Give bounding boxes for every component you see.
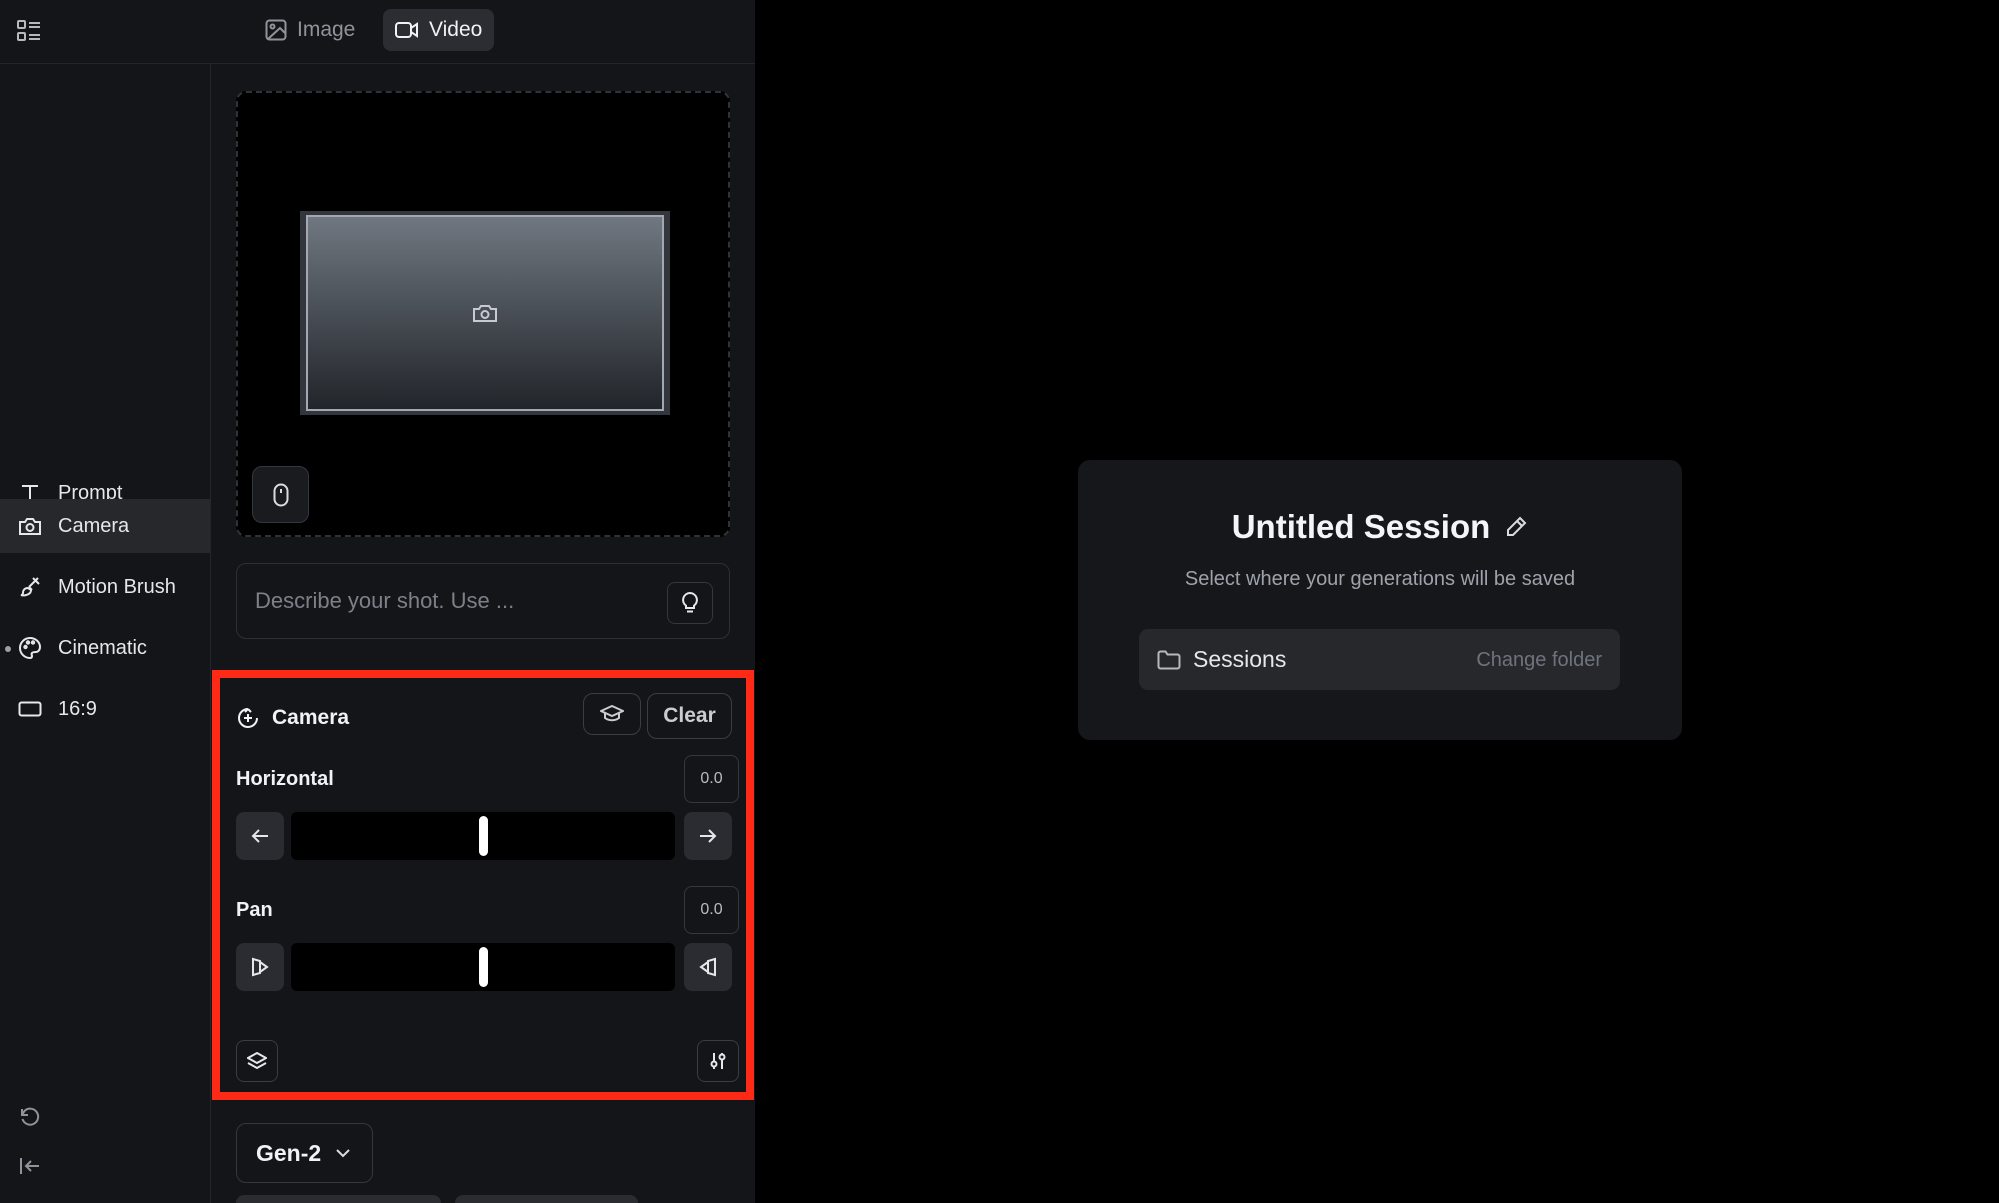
folder-name: Sessions [1193, 646, 1287, 672]
chevron-down-icon [336, 1149, 350, 1158]
sidebar-item-aspect-ratio[interactable]: 16:9 [0, 682, 210, 736]
app-window: Image Video Prompt Camera Motion Brush C… [0, 0, 1999, 1203]
image-icon [265, 19, 287, 41]
camera-motion-icon [238, 708, 258, 728]
advanced-settings-button[interactable] [697, 1040, 739, 1082]
horizontal-slider[interactable] [291, 812, 675, 860]
video-icon [395, 22, 418, 38]
camera-panel-title: Camera [272, 706, 350, 729]
model-select[interactable]: Gen-2 [236, 1123, 373, 1183]
sidebar-item-cinematic[interactable]: Cinematic [0, 621, 210, 675]
sidebar-item-label: Motion Brush [58, 575, 176, 598]
preview-image [306, 215, 664, 411]
model-select-value: Gen-2 [256, 1139, 322, 1166]
camera-control-panel: Camera Clear Horizontal 0.0 Pan 0.0 [212, 670, 754, 1100]
pan-label: Pan [236, 899, 273, 921]
change-folder-link[interactable]: Change folder [1476, 649, 1602, 672]
pan-value-input[interactable]: 0.0 [684, 886, 739, 934]
camera-icon [473, 305, 497, 322]
folder-selector[interactable]: Sessions Change folder [1139, 629, 1620, 690]
prompt-box [236, 563, 730, 639]
folder-icon [1157, 650, 1181, 669]
layers-button[interactable] [236, 1040, 278, 1082]
lightbulb-icon [682, 591, 698, 613]
session-title-row: Untitled Session [1078, 508, 1682, 546]
horizontal-label: Horizontal [236, 768, 334, 790]
top-bar: Image Video [0, 0, 755, 64]
mouse-icon [273, 483, 288, 506]
left-panel: Image Video Prompt Camera Motion Brush C… [0, 0, 755, 1203]
sidebar-item-camera[interactable]: Camera [0, 499, 210, 553]
sidebar-nav: Prompt Camera Motion Brush Cinematic 16:… [0, 64, 211, 1203]
option-tab-partial[interactable] [236, 1195, 441, 1203]
mouse-mode-button[interactable] [252, 466, 309, 523]
pan-slider[interactable] [291, 943, 675, 991]
sidebar-item-label: Camera [58, 514, 130, 537]
horizontal-slider-handle[interactable] [478, 816, 488, 856]
prompt-ideas-button[interactable] [667, 582, 713, 624]
tab-image[interactable]: Image [253, 9, 367, 51]
arrow-right-icon [700, 829, 717, 843]
content-column: Camera Clear Horizontal 0.0 [212, 64, 755, 1203]
camera-panel-header: Camera [236, 706, 349, 730]
clear-button[interactable]: Clear [647, 693, 732, 739]
pan-slider-handle[interactable] [478, 947, 488, 987]
tab-image-label: Image [297, 18, 356, 41]
pan-right-icon [699, 957, 716, 977]
horizontal-increase-button[interactable] [684, 812, 732, 860]
session-card: Untitled Session Select where your gener… [1078, 460, 1682, 740]
layers-icon [247, 1052, 267, 1070]
horizontal-value-input[interactable]: 0.0 [684, 755, 739, 803]
menu-grid-icon[interactable] [14, 16, 44, 46]
pan-left-icon [252, 957, 269, 977]
collapse-icon[interactable] [16, 1152, 44, 1180]
session-title[interactable]: Untitled Session [1232, 508, 1491, 546]
camera-icon [19, 518, 41, 535]
palette-icon [19, 636, 42, 660]
pan-left-button[interactable] [236, 943, 284, 991]
pencil-icon[interactable] [1504, 515, 1528, 539]
horizontal-decrease-button[interactable] [236, 812, 284, 860]
indicator-dot [5, 646, 11, 652]
sidebar-item-label: 16:9 [58, 697, 97, 720]
undo-icon[interactable] [16, 1103, 44, 1131]
brush-icon [20, 577, 40, 597]
graduation-cap-icon [600, 705, 624, 722]
preview-frame [300, 211, 670, 415]
tab-video-label: Video [429, 18, 483, 41]
arrow-left-icon [251, 829, 268, 843]
sliders-icon [710, 1053, 726, 1069]
option-tab-partial[interactable] [455, 1195, 638, 1203]
prompt-input[interactable] [255, 582, 655, 620]
sidebar-item-label: Cinematic [58, 636, 147, 659]
pan-right-button[interactable] [684, 943, 732, 991]
learn-button[interactable] [583, 693, 641, 735]
folder-name-group: Sessions [1157, 646, 1286, 673]
session-subtitle: Select where your generations will be sa… [1184, 568, 1576, 590]
aspect-ratio-icon [18, 701, 42, 717]
tab-video[interactable]: Video [383, 9, 495, 51]
sidebar-item-motion-brush[interactable]: Motion Brush [0, 560, 210, 614]
image-drop-zone[interactable] [236, 91, 730, 537]
